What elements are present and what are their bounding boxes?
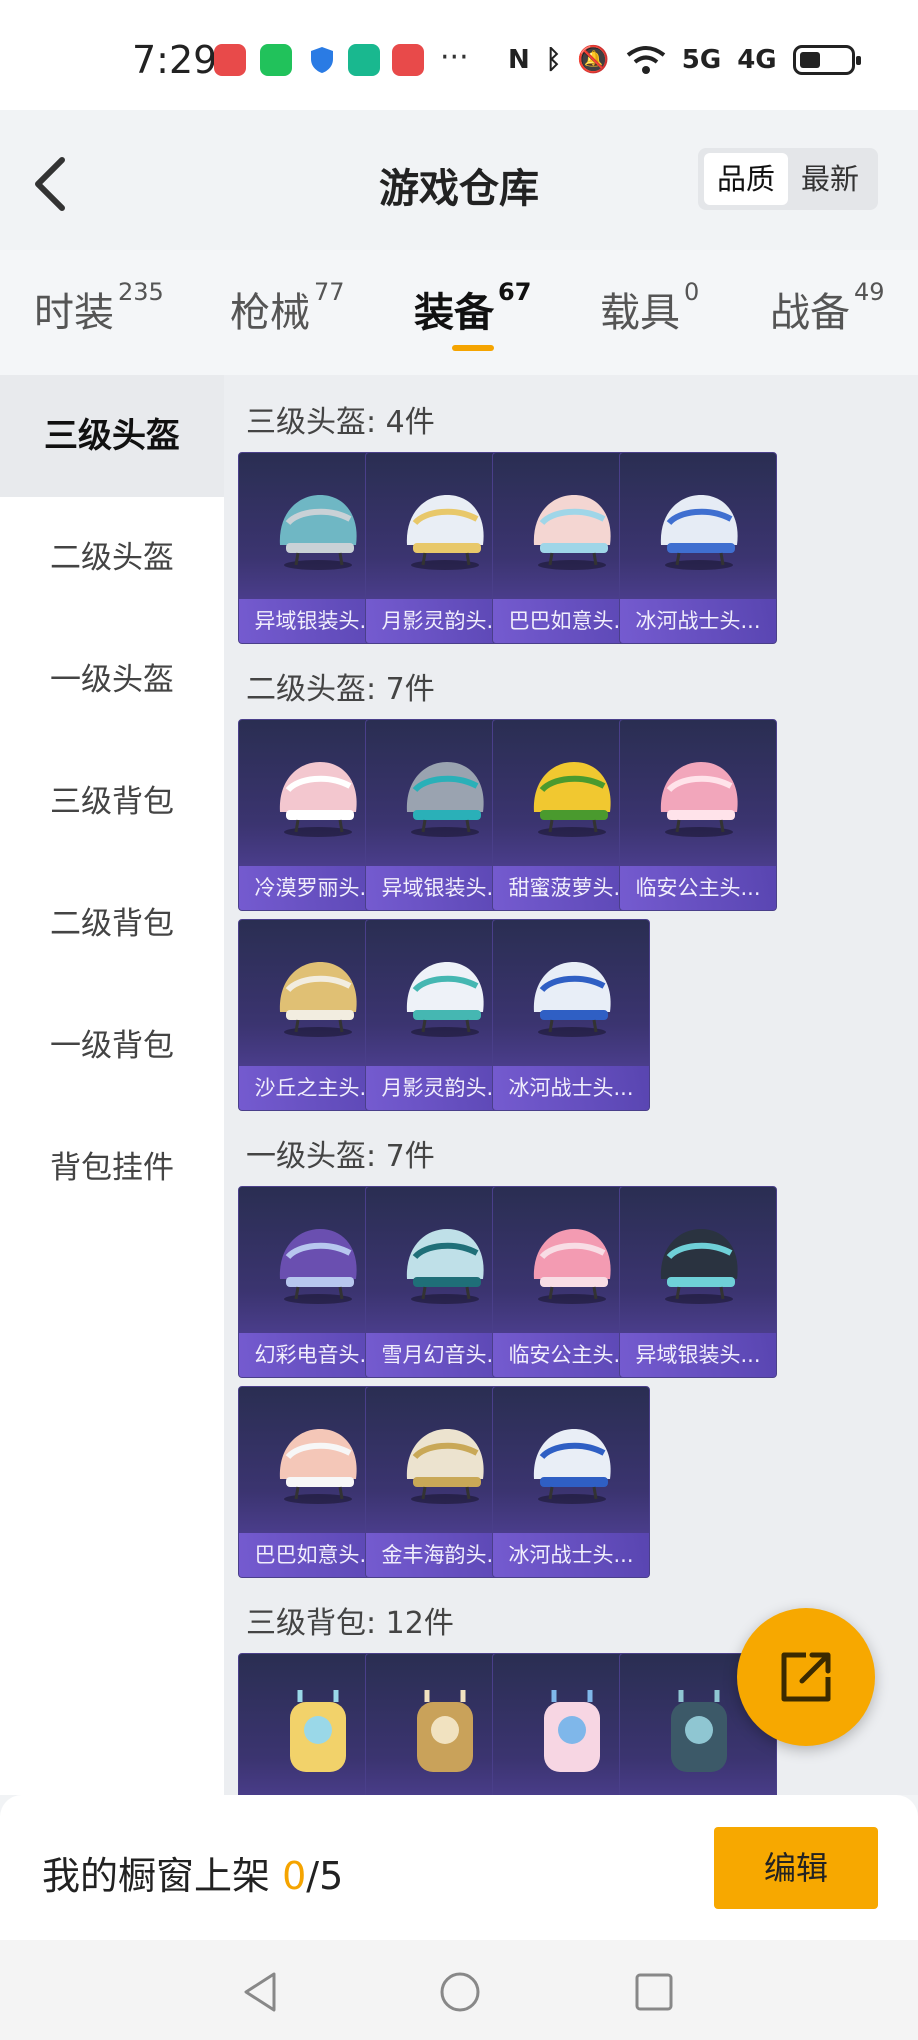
sidebar-item[interactable]: 三级背包 (0, 741, 224, 863)
helmet-image (649, 483, 749, 575)
helmet-image (649, 1217, 749, 1309)
showcase-count: 0 (282, 1854, 307, 1898)
share-fab-button[interactable] (737, 1608, 875, 1746)
helmet-image (268, 1417, 368, 1509)
wechat-icon (260, 44, 292, 76)
helmet-image (522, 1417, 622, 1509)
backpack-image (395, 1684, 495, 1776)
item-card[interactable]: 冰河战士头... (492, 1386, 650, 1578)
tab-label: 载具 (600, 290, 680, 336)
item-name: 冰河战士头... (493, 1066, 649, 1110)
sidebar: 三级头盔 二级头盔 一级头盔 三级背包 二级背包 一级背包 背包挂件 (0, 375, 224, 1795)
sidebar-item[interactable]: 二级背包 (0, 863, 224, 985)
helmet-image (268, 483, 368, 575)
wifi-icon (626, 46, 665, 74)
more-notifications-icon: ··· (440, 40, 469, 75)
tab-count: 67 (498, 278, 532, 306)
edit-button[interactable]: 编辑 (714, 1827, 878, 1909)
helmet-image (522, 483, 622, 575)
sort-newest-option[interactable]: 最新 (788, 153, 872, 205)
category-tabs: 时装 235 枪械 77 装备 67 载具 0 战备 49 (0, 250, 918, 375)
tab-guns[interactable]: 枪械 77 (230, 278, 345, 338)
tab-fashion[interactable]: 时装 235 (34, 278, 164, 338)
item-name: 异域银装头... (620, 1333, 776, 1377)
helmet-image (522, 950, 622, 1042)
section-title: 二级头盔: 7件 (246, 672, 435, 707)
sort-toggle: 品质 最新 (698, 148, 878, 210)
huawei-store-icon (392, 44, 424, 76)
helmet-image (395, 1417, 495, 1509)
tab-count: 49 (854, 278, 885, 306)
active-tab-indicator (452, 345, 494, 351)
sidebar-item[interactable]: 三级头盔 (0, 375, 224, 497)
backpack-image (522, 1684, 622, 1776)
huawei-appgallery-icon (214, 44, 246, 76)
back-nav-icon[interactable] (240, 1970, 280, 2014)
5g-signal-icon: 5G (681, 45, 722, 75)
showcase-total: /5 (306, 1854, 344, 1898)
item-name: 临安公主头... (620, 866, 776, 910)
tab-count: 235 (118, 278, 164, 306)
battery-icon (792, 45, 861, 75)
battery-level (799, 52, 820, 68)
security-check-icon (348, 44, 380, 76)
recents-nav-icon[interactable] (634, 1970, 674, 2014)
tab-vehicles[interactable]: 载具 0 (600, 278, 700, 338)
item-card[interactable]: 冰河战士头... (492, 919, 650, 1111)
system-icons: N ᛒ 🔕 5G 4G (508, 40, 861, 80)
sort-quality-option[interactable]: 品质 (704, 153, 788, 205)
tab-equipment[interactable]: 装备 67 (414, 278, 532, 338)
helmet-image (268, 1217, 368, 1309)
helmet-image (395, 1217, 495, 1309)
sidebar-item[interactable]: 一级头盔 (0, 619, 224, 741)
sidebar-item[interactable]: 背包挂件 (0, 1107, 224, 1229)
item-card[interactable]: 异域银装头... (619, 1186, 777, 1378)
status-time: 7:29 (132, 38, 218, 82)
helmet-image (395, 750, 495, 842)
tab-label: 战备 (770, 290, 850, 336)
showcase-bar: 我的橱窗上架 0/5 编辑 (0, 1795, 918, 1940)
item-name: 冰河战士头... (620, 599, 776, 643)
section-title: 三级头盔: 4件 (246, 405, 435, 440)
backpack-image (649, 1684, 749, 1776)
section-title: 一级头盔: 7件 (246, 1139, 435, 1174)
item-card[interactable]: 冰河战士头... (619, 452, 777, 644)
sidebar-item[interactable]: 二级头盔 (0, 497, 224, 619)
item-name: 冰河战士头... (493, 1533, 649, 1577)
home-nav-icon[interactable] (438, 1970, 482, 2014)
mute-icon: 🔕 (577, 45, 610, 75)
section-title: 三级背包: 12件 (246, 1606, 454, 1641)
status-bar: 7:29 ··· N ᛒ 🔕 5G 4G (0, 0, 918, 110)
bluetooth-icon: ᛒ (545, 45, 562, 75)
item-grid: 三级头盔: 4件 异域银装头... 月影灵韵头... 巴巴如意头... 冰河战士头...… (224, 375, 918, 1795)
helmet-image (268, 950, 368, 1042)
shield-icon (306, 44, 338, 76)
helmet-image (522, 750, 622, 842)
showcase-text: 我的橱窗上架 (42, 1854, 271, 1898)
system-nav-bar (0, 1940, 918, 2040)
helmet-image (395, 950, 495, 1042)
helmet-image (268, 750, 368, 842)
app-header: 游戏仓库 品质 最新 (0, 110, 918, 250)
share-out-icon (781, 1652, 831, 1702)
helmet-image (522, 1217, 622, 1309)
4g-signal-icon: 4G (737, 45, 777, 75)
tab-count: 0 (684, 278, 700, 306)
tab-count: 77 (314, 278, 345, 306)
showcase-label: 我的橱窗上架 0/5 (42, 1845, 343, 1900)
item-card[interactable]: 临安公主头... (619, 719, 777, 911)
tab-label: 装备 (414, 290, 494, 336)
backpack-image (268, 1684, 368, 1776)
tab-gear[interactable]: 战备 49 (770, 278, 885, 338)
helmet-image (395, 483, 495, 575)
nfc-icon: N (508, 45, 530, 75)
tab-label: 时装 (34, 290, 114, 336)
sidebar-item[interactable]: 一级背包 (0, 985, 224, 1107)
helmet-image (649, 750, 749, 842)
tab-label: 枪械 (230, 290, 310, 336)
